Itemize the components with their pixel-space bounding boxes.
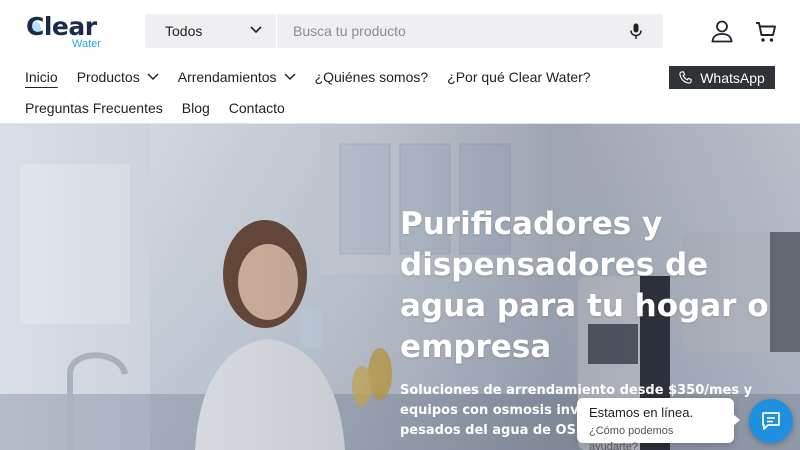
user-icon[interactable] bbox=[710, 19, 734, 43]
clear-water-logo[interactable]: Clear Water bbox=[26, 12, 106, 52]
logo-subtitle: Water bbox=[72, 38, 101, 50]
whatsapp-label: WhatsApp bbox=[700, 69, 765, 86]
chat-greeting-bubble[interactable]: Estamos en línea. ¿Cómo podemos ayudarte… bbox=[577, 398, 740, 450]
cart-icon[interactable] bbox=[754, 20, 778, 44]
nav-item-arrendamientos[interactable]: Arrendamientos bbox=[178, 68, 296, 86]
chat-greeting-line2: ¿Cómo podemos ayudarte? bbox=[589, 425, 674, 450]
search-input[interactable] bbox=[279, 14, 619, 48]
chat-icon bbox=[762, 412, 780, 430]
whatsapp-button[interactable]: WhatsApp bbox=[669, 66, 775, 89]
nav-item-productos[interactable]: Productos bbox=[77, 68, 159, 86]
category-select[interactable]: Todos bbox=[145, 14, 277, 48]
nav-item-label: Productos bbox=[76, 69, 140, 85]
nav-item-blog[interactable]: Blog bbox=[182, 99, 210, 117]
nav-item-por-que[interactable]: ¿Por qué Clear Water? bbox=[447, 68, 590, 86]
microphone-icon[interactable] bbox=[627, 22, 645, 40]
chevron-down-icon bbox=[147, 73, 159, 81]
phone-icon bbox=[679, 71, 692, 84]
nav-item-quienes-somos[interactable]: ¿Quiénes somos? bbox=[315, 68, 429, 86]
site-header: Clear Water Todos Inicio Productos bbox=[0, 0, 800, 123]
logo-wordmark: Clear bbox=[26, 12, 97, 41]
chevron-down-icon bbox=[284, 73, 296, 81]
search-bar: Todos bbox=[145, 14, 663, 48]
nav-item-preguntas-frecuentes[interactable]: Preguntas Frecuentes bbox=[25, 99, 163, 117]
nav-item-label: Arrendamientos bbox=[177, 69, 277, 85]
chat-launcher-button[interactable] bbox=[749, 399, 793, 443]
category-select-value: Todos bbox=[165, 23, 203, 39]
hero-title: Purificadores y dispensadores de agua pa… bbox=[400, 206, 769, 365]
chevron-down-icon bbox=[250, 26, 262, 34]
chat-greeting-line1: Estamos en línea. bbox=[589, 405, 694, 420]
nav-item-contacto[interactable]: Contacto bbox=[229, 99, 285, 117]
nav-item-inicio[interactable]: Inicio bbox=[25, 68, 58, 86]
